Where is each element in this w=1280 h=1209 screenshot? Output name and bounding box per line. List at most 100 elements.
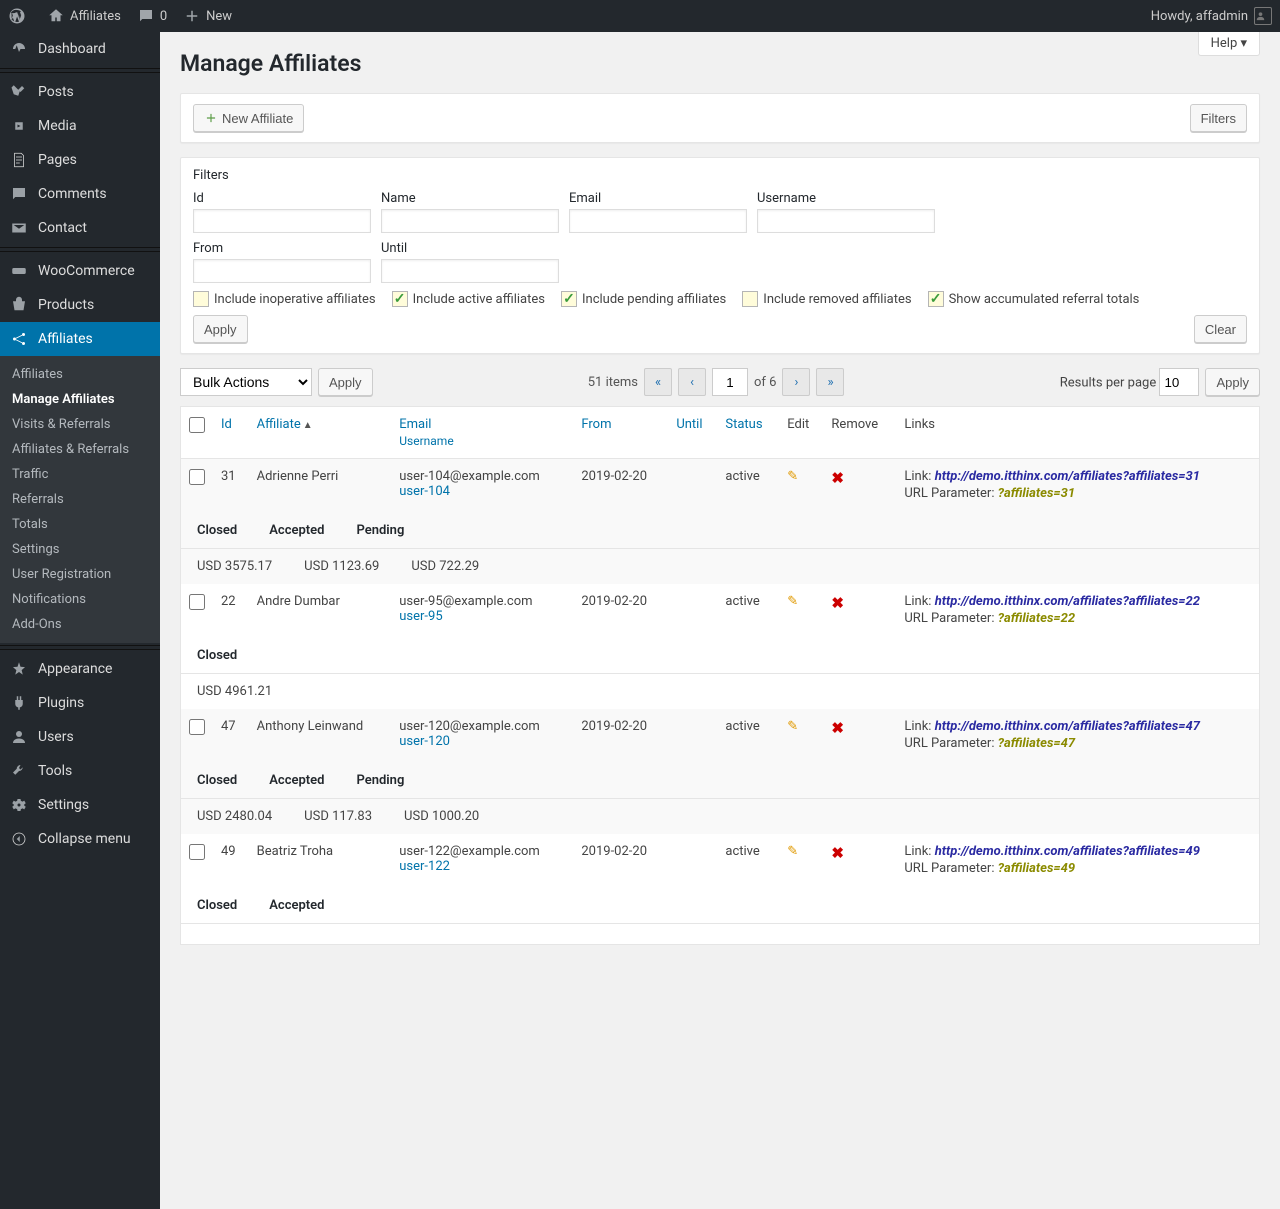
sidebar-item-products[interactable]: Products (0, 288, 160, 322)
sidebar-item-posts[interactable]: Posts (0, 75, 160, 109)
submenu-item[interactable]: Notifications (0, 587, 160, 612)
filter-checkbox[interactable]: Include active affiliates (392, 291, 545, 307)
site-name-link[interactable]: Affiliates (39, 0, 129, 32)
filter-checkbox[interactable]: Include inoperative affiliates (193, 291, 376, 307)
submenu-item[interactable]: Visits & Referrals (0, 412, 160, 437)
row-checkbox[interactable] (189, 719, 205, 735)
row-checkbox[interactable] (189, 844, 205, 860)
row-checkbox[interactable] (189, 469, 205, 485)
new-affiliate-label: New Affiliate (222, 111, 293, 126)
rpp-apply-button[interactable]: Apply (1205, 368, 1260, 396)
username-link[interactable]: user-120 (399, 734, 450, 749)
sidebar-item-appearance[interactable]: Appearance (0, 652, 160, 686)
help-tab[interactable]: Help ▾ (1198, 32, 1260, 56)
checkbox-icon (742, 291, 758, 307)
bulk-actions-select[interactable]: Bulk Actions (180, 368, 312, 396)
filter-input-name[interactable] (381, 209, 559, 233)
submenu-item[interactable]: Add-Ons (0, 612, 160, 637)
sidebar-item-pages[interactable]: Pages (0, 143, 160, 177)
submenu-item[interactable]: User Registration (0, 562, 160, 587)
sidebar-item-media[interactable]: Media (0, 109, 160, 143)
remove-icon[interactable]: ✖ (831, 844, 844, 862)
remove-icon[interactable]: ✖ (831, 469, 844, 487)
filter-checkbox[interactable]: Include removed affiliates (742, 291, 911, 307)
submenu-item[interactable]: Settings (0, 537, 160, 562)
cell-email: user-120@example.comuser-120 (391, 709, 573, 763)
sidebar-item-affiliates[interactable]: Affiliates (0, 322, 160, 356)
col-affiliate[interactable]: Affiliate (257, 417, 301, 432)
submenu-item[interactable]: Affiliates (0, 362, 160, 387)
filter-label-name: Name (381, 191, 559, 206)
submenu-item[interactable]: Traffic (0, 462, 160, 487)
page-first-button[interactable]: « (644, 368, 672, 396)
comments-link[interactable]: 0 (129, 0, 175, 32)
edit-icon[interactable]: ✎ (787, 469, 798, 484)
comments-count: 0 (160, 9, 167, 24)
sidebar-item-users[interactable]: Users (0, 720, 160, 754)
filter-input-id[interactable] (193, 209, 371, 233)
col-email[interactable]: Email (399, 417, 431, 432)
edit-icon[interactable]: ✎ (787, 594, 798, 609)
filter-clear-button[interactable]: Clear (1194, 315, 1247, 343)
ref-head: Pending (340, 513, 420, 548)
select-all-checkbox[interactable] (189, 417, 205, 433)
submenu-item[interactable]: Totals (0, 512, 160, 537)
col-until[interactable]: Until (676, 417, 702, 432)
filter-apply-button[interactable]: Apply (193, 315, 248, 343)
affiliate-link[interactable]: http://demo.itthinx.com/affiliates?affil… (935, 719, 1200, 734)
submenu-item[interactable]: Referrals (0, 487, 160, 512)
checkbox-icon (193, 291, 209, 307)
row-checkbox[interactable] (189, 594, 205, 610)
filters-toggle-button[interactable]: Filters (1190, 104, 1247, 132)
username-link[interactable]: user-104 (399, 484, 450, 499)
username-link[interactable]: user-122 (399, 859, 450, 874)
sidebar-item-woocommerce[interactable]: WooCommerce (0, 254, 160, 288)
edit-icon[interactable]: ✎ (787, 719, 798, 734)
page-next-button[interactable]: › (782, 368, 810, 396)
col-username[interactable]: Username (399, 434, 565, 448)
remove-icon[interactable]: ✖ (831, 594, 844, 612)
sidebar-item-settings[interactable]: Settings (0, 788, 160, 822)
howdy-text: Howdy, affadmin (1151, 9, 1248, 24)
page-prev-button[interactable]: ‹ (678, 368, 706, 396)
new-affiliate-button[interactable]: New Affiliate (193, 104, 304, 132)
affiliate-link[interactable]: http://demo.itthinx.com/affiliates?affil… (935, 844, 1200, 859)
submenu-item[interactable]: Affiliates & Referrals (0, 437, 160, 462)
sidebar-item-contact[interactable]: Contact (0, 211, 160, 245)
username-link[interactable]: user-95 (399, 609, 442, 624)
cell-name: Andre Dumbar (249, 584, 392, 638)
my-account-link[interactable]: Howdy, affadmin (1143, 0, 1280, 32)
filter-input-from[interactable] (193, 259, 371, 283)
col-id[interactable]: Id (221, 417, 232, 432)
filter-checkbox[interactable]: Include pending affiliates (561, 291, 726, 307)
sidebar-item-plugins[interactable]: Plugins (0, 686, 160, 720)
rpp-input[interactable] (1159, 368, 1199, 396)
page-last-button[interactable]: » (816, 368, 844, 396)
sidebar-item-tools[interactable]: Tools (0, 754, 160, 788)
bulk-apply-button[interactable]: Apply (318, 368, 373, 396)
sidebar-item-collapse[interactable]: Collapse menu (0, 822, 160, 856)
affiliate-link[interactable]: http://demo.itthinx.com/affiliates?affil… (935, 594, 1200, 609)
submenu-item[interactable]: Manage Affiliates (0, 387, 160, 412)
edit-icon[interactable]: ✎ (787, 844, 798, 859)
filters-heading: Filters (193, 168, 1247, 183)
filter-label-id: Id (193, 191, 371, 206)
cell-id: 47 (213, 709, 249, 763)
cell-status: active (717, 834, 779, 888)
filter-input-until[interactable] (381, 259, 559, 283)
ref-value: USD 4961.21 (181, 674, 288, 709)
remove-icon[interactable]: ✖ (831, 719, 844, 737)
sidebar-item-dashboard[interactable]: Dashboard (0, 32, 160, 66)
new-content-link[interactable]: New (175, 0, 240, 32)
affiliate-link[interactable]: http://demo.itthinx.com/affiliates?affil… (935, 469, 1200, 484)
sidebar-item-comments[interactable]: Comments (0, 177, 160, 211)
col-from[interactable]: From (581, 417, 611, 432)
filter-input-email[interactable] (569, 209, 747, 233)
wp-logo[interactable] (0, 0, 39, 32)
site-name-text: Affiliates (70, 9, 121, 24)
page-input[interactable] (712, 368, 748, 396)
filter-input-username[interactable] (757, 209, 935, 233)
filter-label-username: Username (757, 191, 935, 206)
col-status[interactable]: Status (725, 417, 762, 432)
filter-checkbox[interactable]: Show accumulated referral totals (928, 291, 1140, 307)
